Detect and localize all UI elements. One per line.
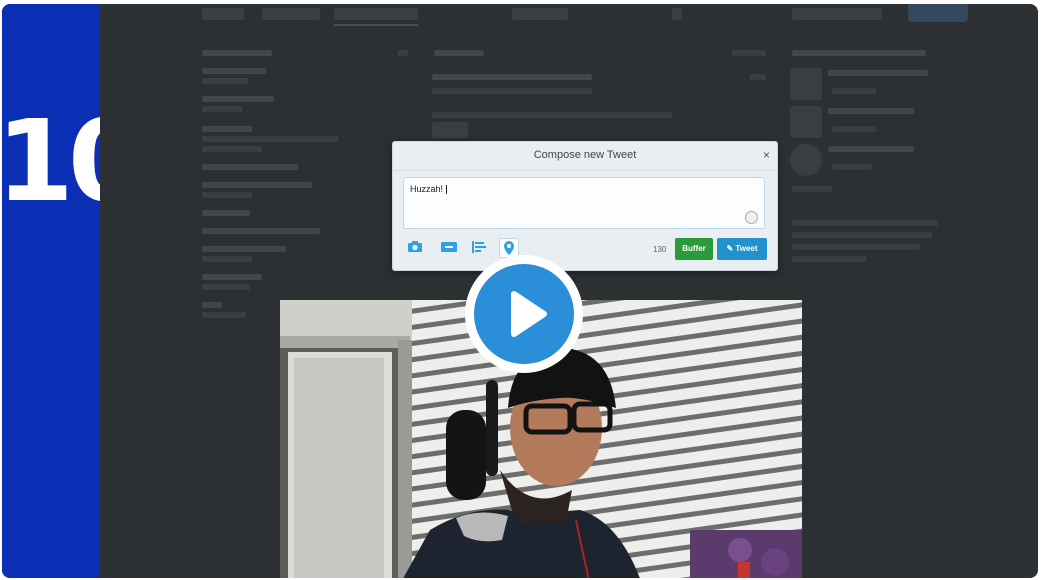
nav-notifications (262, 8, 320, 20)
play-button[interactable] (465, 255, 583, 373)
compose-tweet-dialog[interactable]: Compose new Tweet × Huzzah! 130 Buffer ✎ (392, 141, 778, 271)
nav-messages (334, 8, 418, 20)
dialog-title: Compose new Tweet (533, 149, 637, 161)
slide-number: 10 (2, 97, 100, 227)
emoji-icon[interactable] (745, 211, 758, 224)
slide-number-strip: 10 (2, 4, 100, 578)
tweet-button[interactable]: ✎ Tweet (717, 238, 767, 260)
nav-tweet-button (908, 4, 968, 22)
text-cursor (445, 185, 447, 195)
nav-home (202, 8, 244, 20)
compose-toolbar: 130 Buffer ✎ Tweet (403, 238, 767, 262)
gif-icon[interactable] (441, 241, 457, 255)
tweet-text: Huzzah! (410, 184, 446, 194)
nav-logo (672, 8, 682, 20)
dialog-header: Compose new Tweet × (393, 142, 777, 171)
nav-search (792, 8, 882, 20)
buffer-button[interactable]: Buffer (675, 238, 713, 260)
close-icon[interactable]: × (763, 148, 770, 162)
character-count: 130 (653, 245, 667, 254)
nav-me (512, 8, 568, 20)
nav-active-underline (334, 24, 418, 26)
play-icon (474, 264, 574, 364)
camera-icon[interactable] (407, 241, 423, 255)
tweet-button-label: Tweet (735, 244, 758, 253)
poll-icon[interactable] (471, 241, 487, 255)
background-topnav (102, 4, 982, 26)
tweet-textarea[interactable]: Huzzah! (403, 177, 765, 229)
